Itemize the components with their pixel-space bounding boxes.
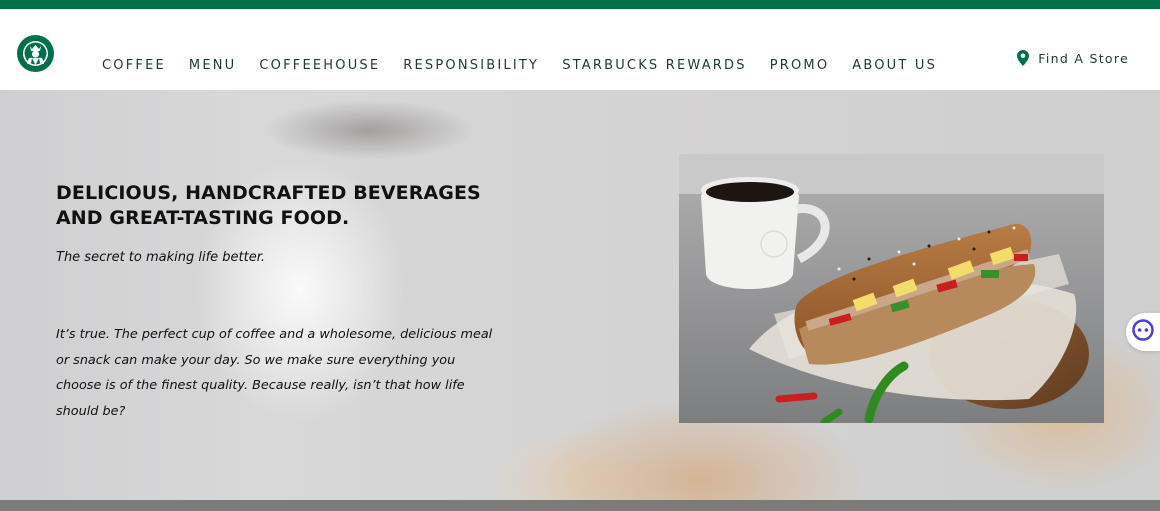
nav-item-coffeehouse[interactable]: COFFEEHOUSE	[259, 58, 380, 73]
nav-item-responsibility[interactable]: RESPONSIBILITY	[403, 58, 539, 73]
map-pin-icon	[1017, 50, 1030, 66]
hero-headline: DELICIOUS, HANDCRAFTED BEVERAGES AND GRE…	[56, 182, 481, 229]
nav-item-coffee[interactable]: COFFEE	[102, 58, 166, 73]
nav-item-about-us[interactable]: ABOUT US	[852, 58, 937, 73]
siren-logo-icon[interactable]	[17, 35, 54, 72]
section-divider-band	[0, 500, 1160, 511]
nav-item-promo[interactable]: PROMO	[770, 58, 830, 73]
hero-tagline: The secret to making life better.	[56, 250, 266, 265]
coffee-cup-and-sandwich-photo	[679, 154, 1104, 423]
main-nav: COFFEE MENU COFFEEHOUSE RESPONSIBILITY S…	[102, 58, 960, 73]
find-a-store-label: Find A Store	[1038, 50, 1129, 66]
hero-section: DELICIOUS, HANDCRAFTED BEVERAGES AND GRE…	[0, 90, 1160, 500]
chat-assistant-button[interactable]	[1126, 313, 1160, 351]
nav-item-starbucks-rewards[interactable]: STARBUCKS REWARDS	[562, 58, 747, 73]
find-a-store-link[interactable]: Find A Store	[1017, 50, 1129, 66]
hero-body-text: It’s true. The perfect cup of coffee and…	[56, 327, 493, 419]
site-header: COFFEE MENU COFFEEHOUSE RESPONSIBILITY S…	[0, 9, 1160, 90]
chat-assistant-icon	[1132, 318, 1154, 346]
nav-item-menu[interactable]: MENU	[189, 58, 236, 73]
top-accent-bar	[0, 0, 1160, 9]
